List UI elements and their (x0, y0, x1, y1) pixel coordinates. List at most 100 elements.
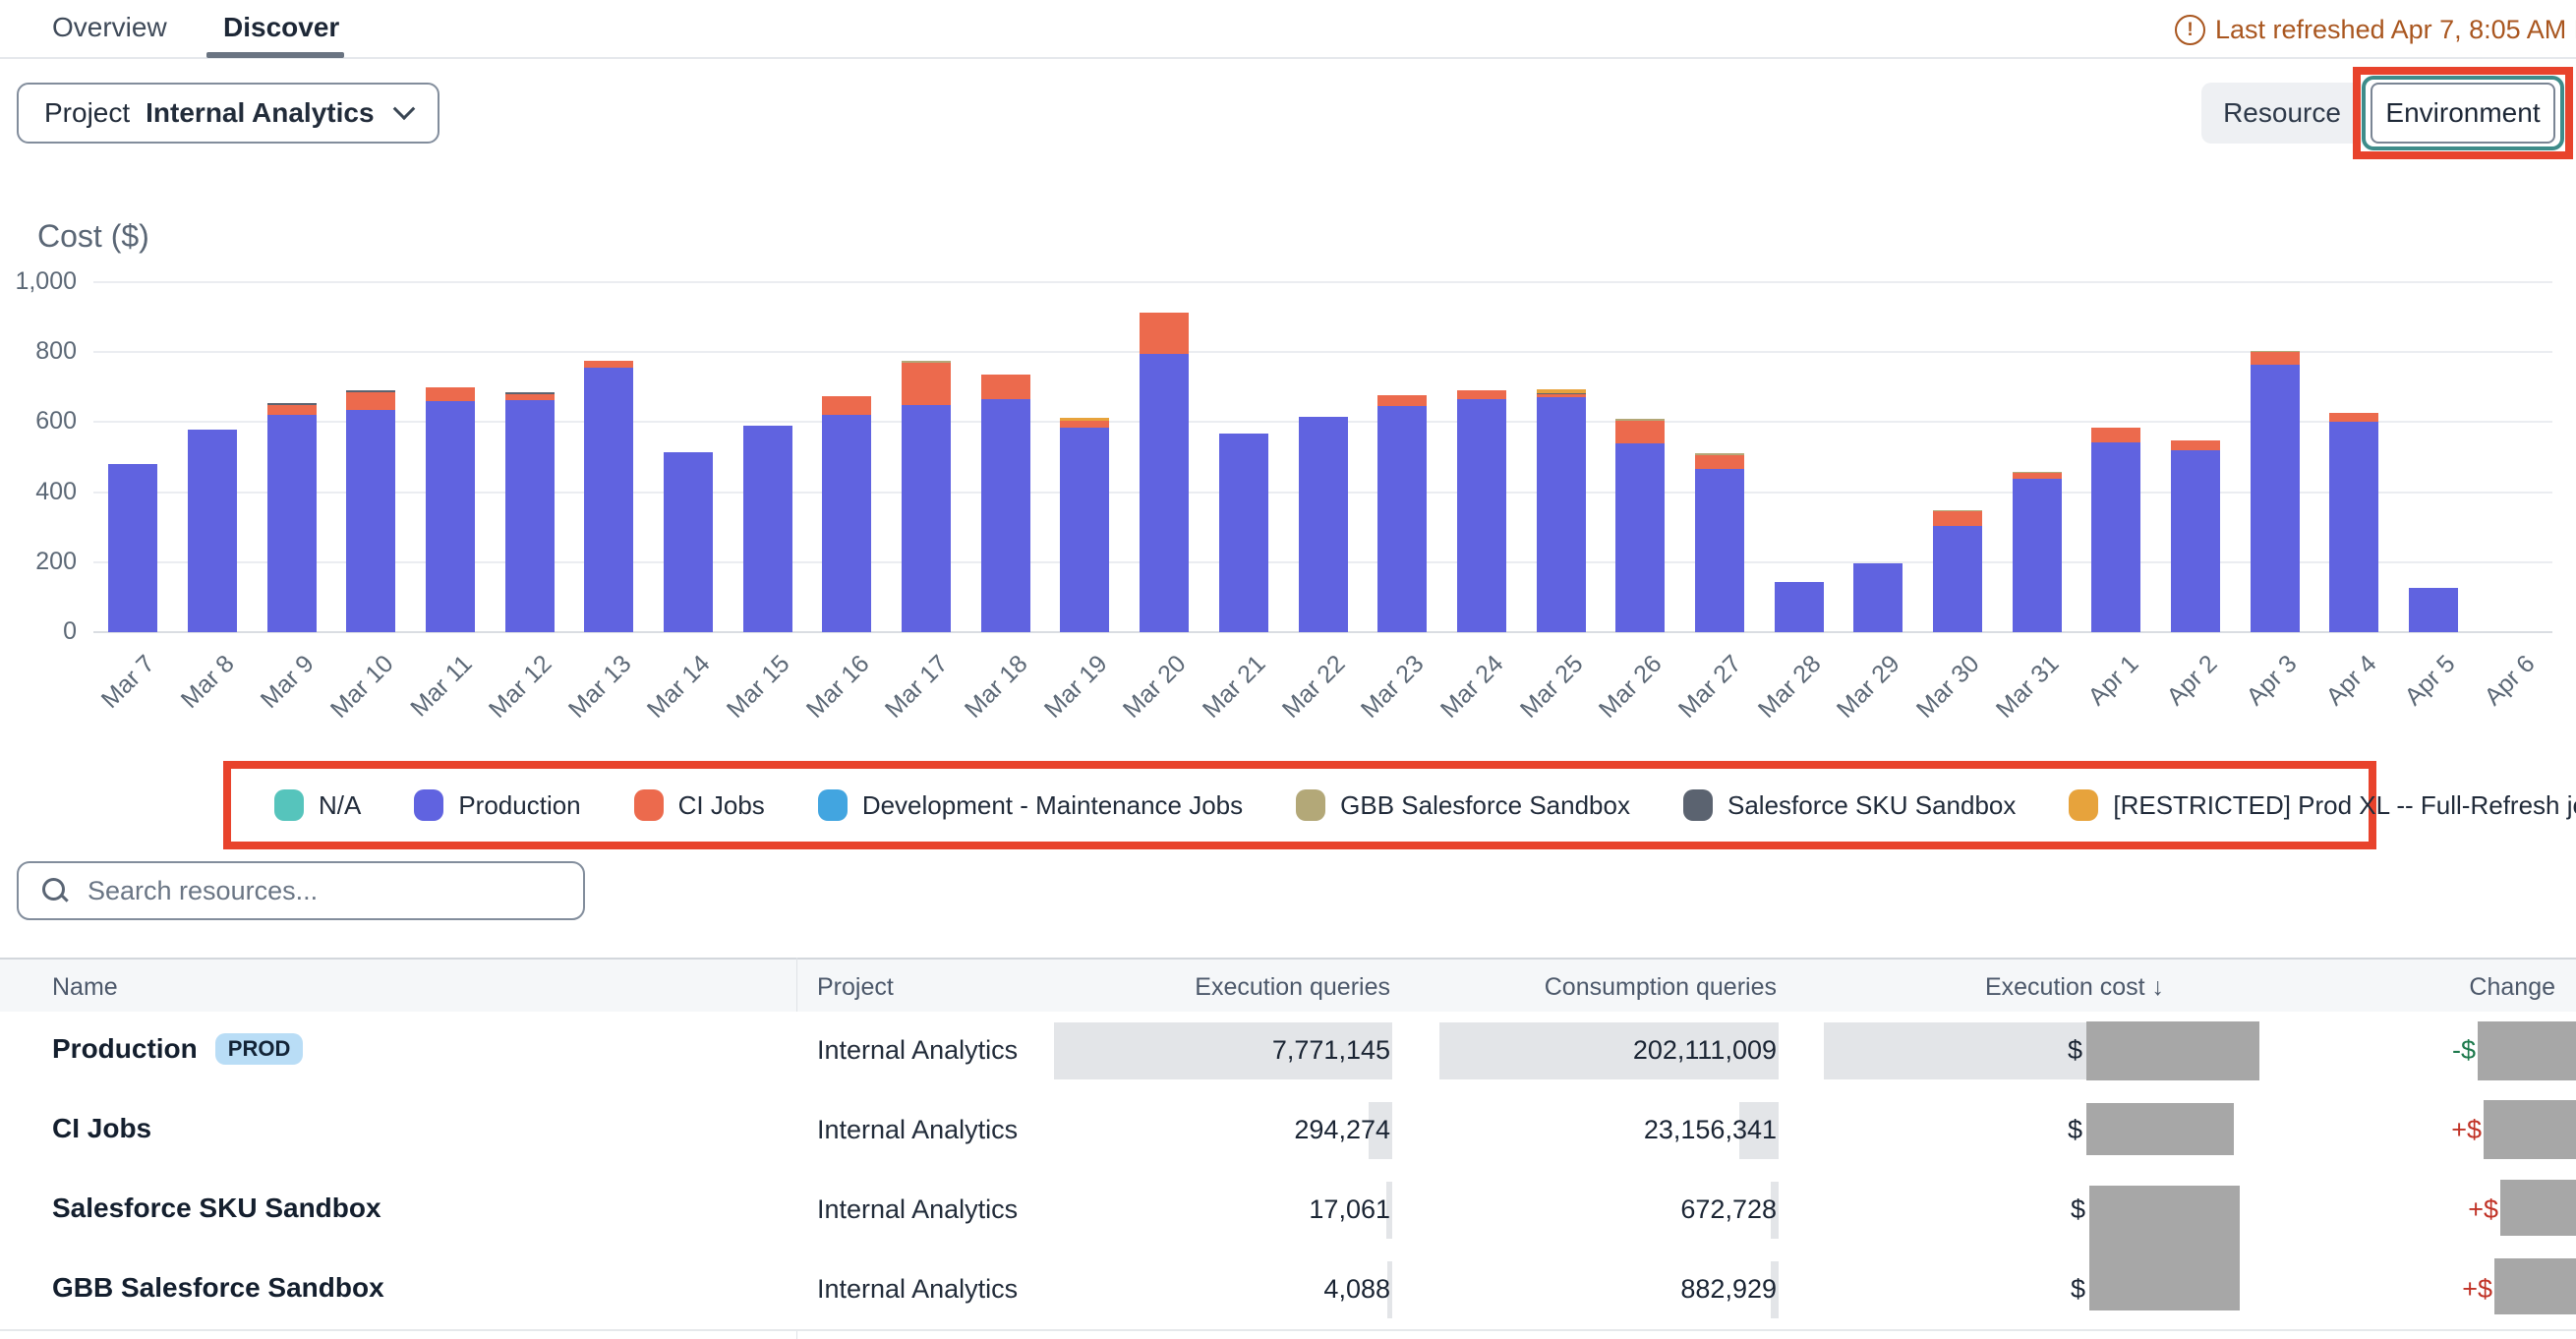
execution-queries-value: 4,088 (1323, 1274, 1390, 1305)
column-header-change[interactable]: Change (2469, 973, 2555, 1002)
table-header-row: Name Project Execution queries Consumption … (0, 958, 2576, 1015)
legend-item-development-maintenance-jobs[interactable]: Development - Maintenance Jobs (818, 789, 1243, 821)
legend-label: N/A (319, 790, 361, 821)
column-header-consumption-queries[interactable]: Consumption queries (1545, 973, 1777, 1002)
execution-cost-bar (1824, 1022, 2086, 1079)
bar-segment-ci-jobs (1695, 455, 1744, 469)
legend-item-gbb-salesforce-sandbox[interactable]: GBB Salesforce Sandbox (1296, 789, 1630, 821)
bar-segment-ci-jobs (1060, 421, 1109, 428)
redacted-value (2478, 1021, 2576, 1080)
project-filter-value: Internal Analytics (146, 97, 374, 129)
consumption-queries-value: 672,728 (1680, 1194, 1777, 1225)
resource-name-text: Salesforce SKU Sandbox (52, 1193, 381, 1224)
legend-label: GBB Salesforce Sandbox (1340, 790, 1630, 821)
legend-item-salesforce-sku-sandbox[interactable]: Salesforce SKU Sandbox (1683, 789, 2016, 821)
x-axis-tick-label: Mar 22 (1276, 650, 1351, 725)
bar-segment--restricted-prod-xl-full-refresh-jobs (1537, 389, 1586, 393)
bar-segment-ci-jobs (1457, 390, 1506, 399)
change-value-prefix: +$ (2462, 1274, 2492, 1305)
bar-segment-production (2171, 450, 2220, 632)
column-header-execution-queries[interactable]: Execution queries (1195, 973, 1390, 1002)
bar-segment-ci-jobs (981, 375, 1030, 400)
column-header-execution-cost-sorted[interactable]: Execution cost ↓ (1985, 973, 2164, 1002)
x-axis-tick-label: Mar 16 (800, 650, 875, 725)
bar-segment-production (1457, 399, 1506, 632)
bar-segment-production (346, 410, 395, 632)
bar-segment-gbb-salesforce-sandbox (1933, 510, 1982, 511)
search-input[interactable] (86, 862, 583, 919)
execution-queries-value: 7,771,145 (1272, 1035, 1390, 1066)
x-axis-tick-label: Mar 12 (484, 650, 558, 725)
bar-segment-ci-jobs (346, 392, 395, 410)
x-axis-tick-label: Mar 9 (255, 650, 320, 715)
x-axis-tick-label: Mar 18 (960, 650, 1034, 725)
bar-segment-ci-jobs (2091, 428, 2140, 442)
legend-label: Salesforce SKU Sandbox (1727, 790, 2016, 821)
bar-segment-production (2013, 479, 2062, 632)
bar-segment-salesforce-sku-sandbox (505, 392, 555, 394)
x-axis-tick-label: Mar 8 (176, 650, 241, 715)
x-axis-tick-label: Mar 14 (642, 650, 717, 725)
bar-segment-production (505, 400, 555, 632)
legend-item-ci-jobs[interactable]: CI Jobs (634, 789, 765, 821)
bar-segment-gbb-salesforce-sandbox (2251, 351, 2300, 352)
redacted-value (2494, 1258, 2576, 1314)
active-tab-underline (206, 52, 344, 58)
warning-icon: ! (2175, 15, 2205, 45)
redacted-value (2086, 1021, 2259, 1080)
legend-label: CI Jobs (678, 790, 765, 821)
project-filter-dropdown[interactable]: Project Internal Analytics (17, 83, 439, 144)
bar-segment-production (743, 426, 792, 632)
execution-cost-currency-prefix: $ (2068, 1115, 2082, 1145)
x-axis-tick-label: Mar 26 (1594, 650, 1669, 725)
y-axis-tick-label: 600 (0, 407, 77, 436)
x-axis-tick-label: Mar 13 (562, 650, 637, 725)
legend-item-n-a[interactable]: N/A (274, 789, 361, 821)
gridline-800 (93, 351, 2552, 353)
x-axis-tick-label: Apr 4 (2320, 650, 2382, 712)
x-axis-tick-label: Mar 28 (1753, 650, 1828, 725)
legend-swatch-icon (2069, 789, 2098, 821)
bar-segment-ci-jobs (1933, 511, 1982, 526)
column-header-project[interactable]: Project (817, 973, 894, 1002)
bar-segment-ci-jobs (267, 405, 317, 415)
bar-segment--restricted-prod-xl-full-refresh-jobs (1060, 418, 1109, 421)
resource-name-text: GBB Salesforce Sandbox (52, 1272, 384, 1304)
project-cell: Internal Analytics (817, 1035, 1018, 1066)
x-axis-tick-label: Mar 19 (1038, 650, 1113, 725)
x-axis-tick-label: Mar 24 (1435, 650, 1510, 725)
resource-name: ProductionPROD (52, 1033, 303, 1065)
search-icon (42, 878, 68, 903)
column-header-name[interactable]: Name (52, 973, 118, 1002)
bar-segment-ci-jobs (505, 394, 555, 400)
x-axis-tick-label: Mar 15 (722, 650, 796, 725)
redacted-value (2086, 1103, 2234, 1155)
y-axis-tick-label: 1,000 (0, 267, 77, 296)
chart-legend-annotation-box: N/A Production CI Jobs Development - Mainte… (223, 761, 2376, 849)
x-axis-tick-label: Mar 31 (1991, 650, 2066, 725)
bar-segment-production (2329, 422, 2378, 632)
chart-title: Cost ($) (37, 218, 149, 255)
bar-segment-production (1775, 582, 1824, 632)
redacted-value (2484, 1100, 2576, 1159)
redacted-value (2089, 1186, 2240, 1310)
group-by-environment-button[interactable]: Environment (2371, 83, 2555, 144)
tab-overview[interactable]: Overview (52, 12, 167, 43)
tab-discover[interactable]: Discover (223, 12, 339, 43)
legend-item--restricted-prod-xl-full-refresh-jobs[interactable]: [RESTRICTED] Prod XL -- Full-Refresh job… (2069, 789, 2576, 821)
x-axis-tick-label: Apr 3 (2241, 650, 2303, 712)
change-value-prefix: -$ (2452, 1035, 2476, 1066)
bar-segment-production (426, 401, 475, 632)
bar-segment-production (1615, 443, 1665, 632)
x-axis-tick-label: Mar 20 (1118, 650, 1193, 725)
bar-segment-ci-jobs (2171, 440, 2220, 450)
group-by-resource-button[interactable]: Resource (2201, 83, 2363, 144)
legend-swatch-icon (1683, 789, 1713, 821)
bar-segment-production (188, 430, 237, 632)
bar-segment-production (267, 415, 317, 632)
resource-name: Salesforce SKU Sandbox (52, 1193, 381, 1224)
bar-segment-ci-jobs (1140, 313, 1189, 354)
bar-segment-ci-jobs (822, 396, 871, 416)
legend-swatch-icon (274, 789, 304, 821)
legend-item-production[interactable]: Production (414, 789, 580, 821)
